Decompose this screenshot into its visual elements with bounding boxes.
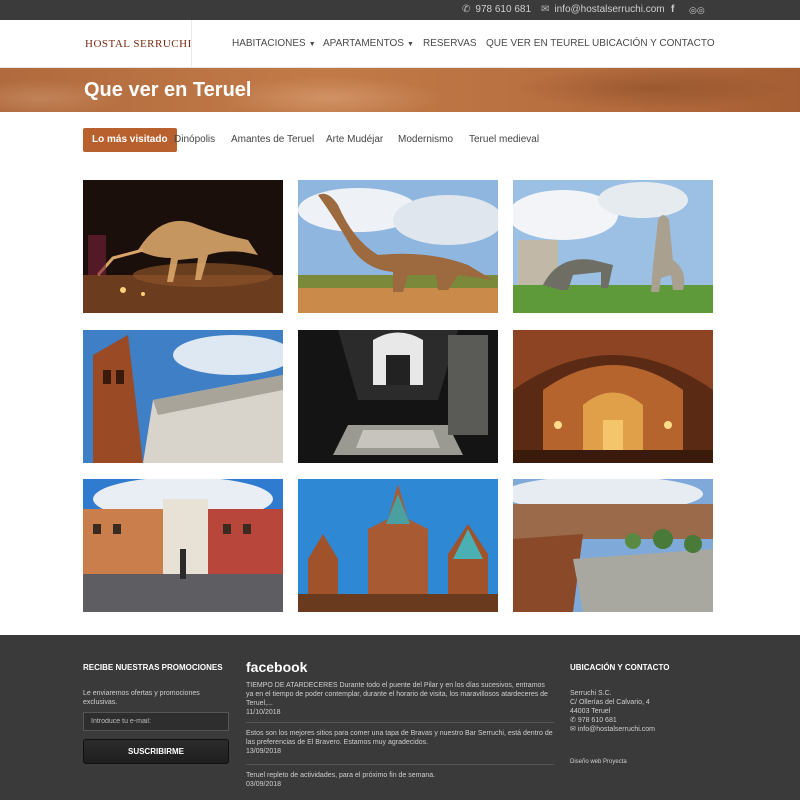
contact-email-text: info@hostalserruchi.com [577, 726, 655, 733]
post-date: 03/09/2018 [246, 781, 282, 788]
gallery-photo-church-interior[interactable] [513, 330, 713, 463]
design-credit[interactable]: Diseño web Proyecta [570, 758, 627, 767]
tab-dinopolis[interactable]: Dinópolis [174, 128, 215, 152]
post-date: 13/09/2018 [246, 748, 282, 755]
page-title: Que ver en Teruel [84, 79, 252, 101]
nav-item-label: HABITACIONES [232, 38, 306, 49]
nav-item-habitaciones[interactable]: HABITACIONES ▼ [232, 20, 316, 68]
tab-lo-mas-visitado[interactable]: Lo más visitado [83, 128, 177, 152]
nav-item-apartamentos[interactable]: APARTAMENTOS ▼ [323, 20, 414, 68]
logo-divider [191, 20, 192, 68]
topbar-phone[interactable]: ✆ 978 610 681 [462, 0, 531, 20]
tab-amantes[interactable]: Amantes de Teruel [231, 128, 314, 152]
post-text: Teruel repleto de actividades, para el p… [246, 772, 436, 779]
nav-item-que-ver[interactable]: QUE VER EN TEUREL [486, 20, 590, 68]
promo-text: Le enviaremos ofertas y promociones excl… [83, 690, 200, 706]
gallery-photo-sauropod-statue[interactable] [298, 180, 498, 313]
tab-arte-mudejar[interactable]: Arte Mudéjar [326, 128, 383, 152]
facebook-post[interactable]: TIEMPO DE ATARDECERES Durante todo el pu… [246, 681, 554, 717]
gallery-photo-t-rex-skeleton[interactable] [83, 180, 283, 313]
email-input[interactable] [83, 712, 229, 731]
gallery-photo-city-panorama[interactable] [513, 479, 713, 612]
facebook-post[interactable]: Estos son los mejores sitios para comer … [246, 729, 554, 756]
contact-phone-text: 978 610 681 [577, 717, 617, 724]
post-divider [246, 722, 554, 723]
post-date: 11/10/2018 [246, 709, 281, 716]
caret-down-icon: ▼ [406, 41, 414, 48]
contact-email[interactable]: ✉ info@hostalserruchi.com [570, 725, 655, 734]
nav-item-reservas[interactable]: RESERVAS [423, 20, 477, 68]
gallery-photo-dinopolis-park[interactable] [513, 180, 713, 313]
tripadvisor-icon[interactable]: ◎◎ [689, 0, 705, 20]
tab-modernismo[interactable]: Modernismo [398, 128, 453, 152]
envelope-icon: ✉ [570, 726, 578, 733]
topbar-phone-text: 978 610 681 [475, 4, 532, 15]
gallery-photo-plaza-torico[interactable] [83, 479, 283, 612]
facebook-logo[interactable]: facebook [246, 659, 307, 675]
contact-company: Serruchi S.C. [570, 690, 612, 697]
site-logo[interactable]: HOSTAL SERRUCHI [85, 20, 192, 68]
tab-teruel-medieval[interactable]: Teruel medieval [469, 128, 539, 152]
post-divider [246, 764, 554, 765]
caret-down-icon: ▼ [308, 41, 316, 48]
top-bar: ✆ 978 610 681 ✉ info@hostalserruchi.com f … [0, 0, 800, 20]
contact-heading: UBICACIÓN Y CONTACTO [570, 663, 670, 672]
promo-heading: RECIBE NUESTRAS PROMOCIONES [83, 663, 223, 672]
gallery-photo-torre-mudejar[interactable] [83, 330, 283, 463]
site-header: HOSTAL SERRUCHI HABITACIONES ▼ APARTAMENT… [0, 20, 800, 68]
gallery-photo-cathedral-towers[interactable] [298, 479, 498, 612]
contact-phone[interactable]: ✆ 978 610 681 [570, 716, 617, 725]
facebook-icon[interactable]: f [671, 0, 674, 20]
phone-icon: ✆ [570, 717, 578, 724]
subscribe-button[interactable]: SUSCRIBIRME [83, 739, 229, 764]
site-footer: RECIBE NUESTRAS PROMOCIONES Le enviaremo… [0, 635, 800, 800]
nav-item-ubicacion[interactable]: UBICACIÓN Y CONTACTO [592, 20, 715, 68]
facebook-post[interactable]: Teruel repleto de actividades, para el p… [246, 771, 554, 789]
post-text: Estos son los mejores sitios para comer … [246, 730, 553, 746]
page-banner: Que ver en Teruel [0, 68, 800, 112]
gallery-photo-mausoleo-amantes[interactable] [298, 330, 498, 463]
topbar-email-text: info@hostalserruchi.com [554, 4, 665, 15]
envelope-icon: ✉ [541, 4, 550, 15]
topbar-email[interactable]: ✉ info@hostalserruchi.com [541, 0, 665, 20]
phone-icon: ✆ [462, 4, 471, 15]
post-text: TIEMPO DE ATARDECERES Durante todo el pu… [246, 682, 548, 707]
nav-item-label: APARTAMENTOS [323, 38, 404, 49]
contact-address-line1: C/ Ollerías del Calvario, 4 [570, 699, 650, 706]
contact-address-line2: 44003 Teruel [570, 708, 611, 715]
